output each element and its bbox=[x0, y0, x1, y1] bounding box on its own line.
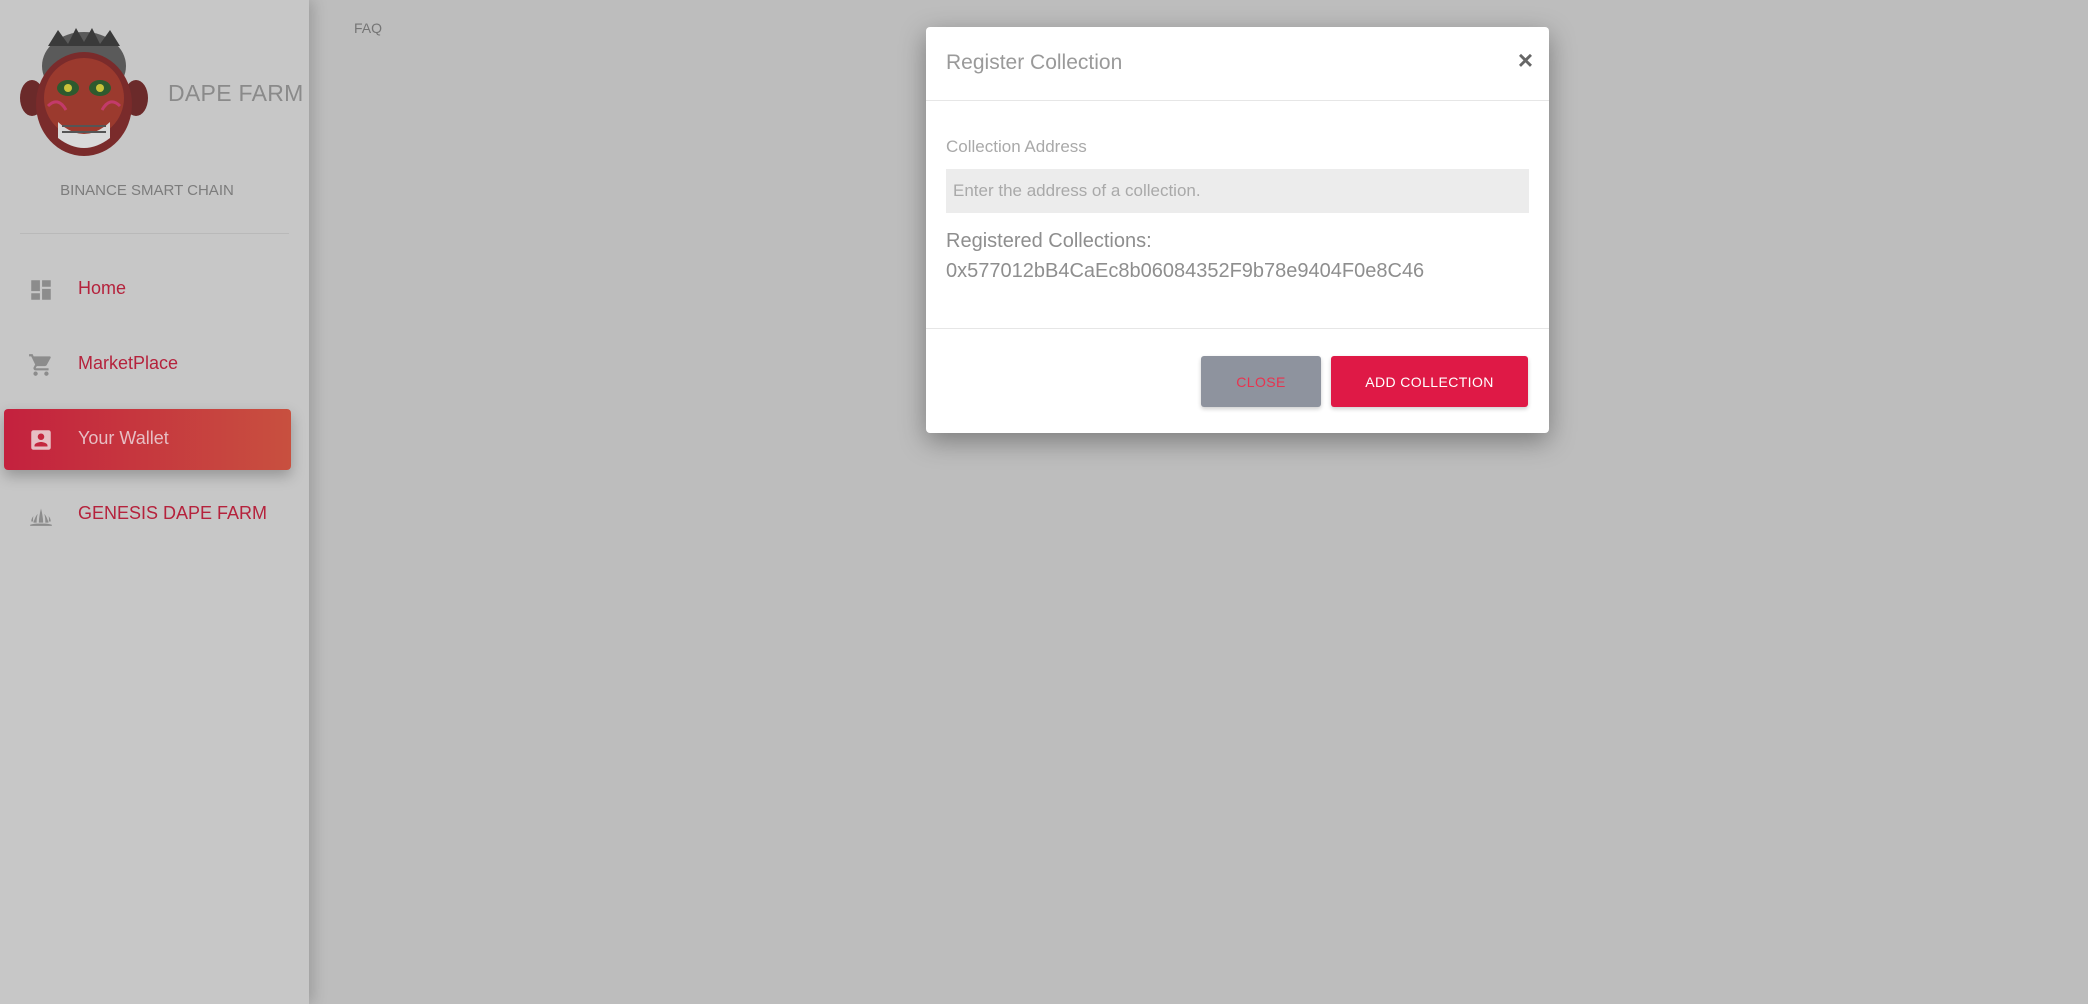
brand-name[interactable]: DAPE FARM bbox=[168, 80, 304, 107]
faq-link[interactable]: FAQ bbox=[354, 20, 382, 36]
sidebar-item-genesis-dape-farm[interactable]: GENESIS DAPE FARM bbox=[4, 484, 291, 545]
sidebar-divider bbox=[20, 233, 289, 234]
sidebar-item-your-wallet[interactable]: Your Wallet bbox=[4, 409, 291, 470]
close-icon[interactable]: × bbox=[1518, 47, 1533, 73]
account-box-icon bbox=[31, 430, 51, 450]
registered-collections-label: Registered Collections: bbox=[946, 230, 1152, 252]
sidebar-item-label: Home bbox=[78, 278, 127, 298]
brand: DAPE FARM bbox=[0, 0, 309, 160]
modal-footer: CLOSE ADD COLLECTION bbox=[926, 328, 1549, 434]
shopping-cart-icon bbox=[29, 354, 51, 376]
sidebar-item-marketplace[interactable]: MarketPlace bbox=[4, 334, 291, 395]
sidebar-item-label: GENESIS DAPE FARM bbox=[78, 503, 268, 523]
collection-address-label: Collection Address bbox=[946, 137, 1087, 156]
sidebar-item-label: Your Wallet bbox=[78, 428, 169, 448]
modal-header: Register Collection × bbox=[926, 27, 1549, 101]
network-label: BINANCE SMART CHAIN bbox=[60, 182, 234, 199]
sidebar: DAPE FARM BINANCE SMART CHAIN Home Marke… bbox=[0, 0, 309, 1004]
add-collection-button[interactable]: ADD COLLECTION bbox=[1331, 356, 1528, 407]
dashboard-icon bbox=[31, 280, 51, 300]
registered-collection-address: 0x577012bB4CaEc8b06084352F9b78e9404F0e8C… bbox=[946, 260, 1425, 282]
register-collection-modal: Register Collection × Collection Address… bbox=[926, 27, 1549, 433]
sidebar-item-label: MarketPlace bbox=[78, 353, 179, 373]
collection-address-input[interactable] bbox=[946, 169, 1529, 213]
modal-title: Register Collection bbox=[946, 51, 1123, 74]
grass-icon bbox=[30, 508, 52, 526]
sidebar-item-home[interactable]: Home bbox=[4, 259, 291, 320]
close-button[interactable]: CLOSE bbox=[1201, 356, 1321, 407]
ape-logo[interactable] bbox=[18, 26, 150, 162]
